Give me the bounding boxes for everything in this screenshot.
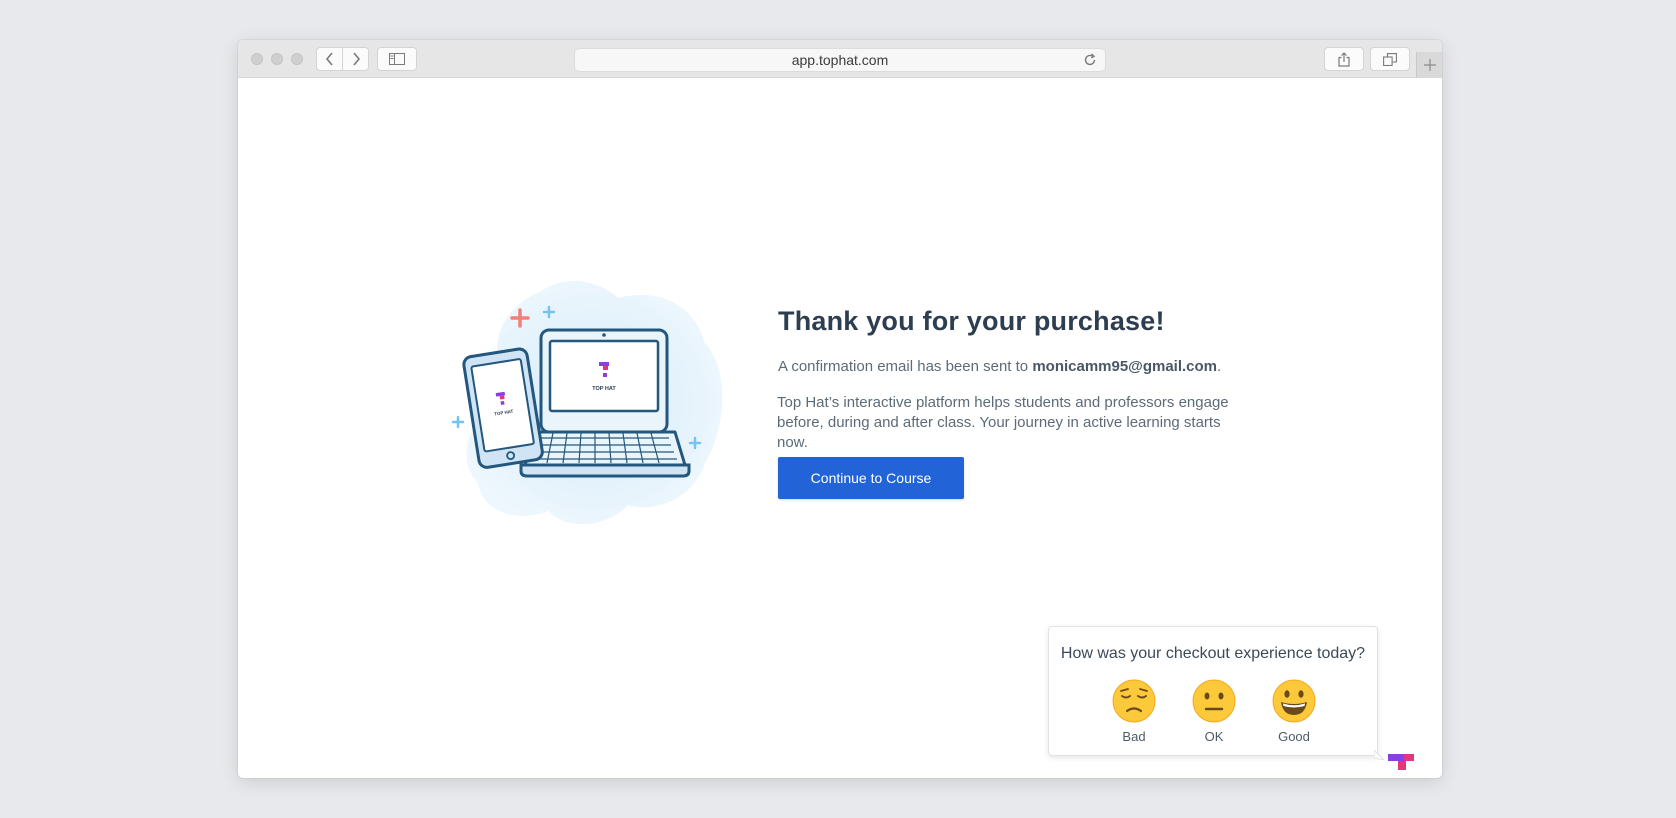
laptop-icon: TOP HAT	[519, 328, 691, 478]
tabs-button[interactable]	[1370, 47, 1410, 71]
blue-sparkle-icon	[451, 415, 465, 429]
plus-icon	[1423, 59, 1436, 71]
email-address: monicamm95@gmail.com	[1032, 358, 1217, 375]
forward-button[interactable]	[342, 47, 369, 71]
feedback-question: How was your checkout experience today?	[1060, 645, 1366, 662]
back-button[interactable]	[316, 47, 343, 71]
confirmation-message: A confirmation email has been sent to mo…	[778, 358, 1221, 375]
grinning-face-icon	[1272, 679, 1316, 723]
share-button[interactable]	[1324, 47, 1364, 71]
sidebar-icon	[389, 53, 405, 65]
rating-ok-button[interactable]: OK	[1184, 679, 1244, 744]
devices-illustration: TOP HAT TOP HAT	[451, 280, 723, 525]
rating-good-button[interactable]: Good	[1264, 679, 1324, 744]
address-bar[interactable]: app.tophat.com	[574, 48, 1106, 72]
pensive-face-icon	[1112, 679, 1156, 723]
page-content: TOP HAT TOP HAT Thank you for your purch…	[238, 78, 1442, 778]
browser-toolbar: app.tophat.com	[238, 40, 1442, 78]
continue-to-course-button[interactable]: Continue to Course	[778, 457, 964, 499]
url-text: app.tophat.com	[791, 52, 889, 68]
platform-description: Top Hat’s interactive platform helps stu…	[777, 394, 1229, 451]
share-icon	[1338, 51, 1350, 67]
zoom-window-button[interactable]	[291, 53, 303, 65]
rating-bad-label: Bad	[1122, 729, 1146, 744]
browser-window: app.tophat.com TOP HAT TOP HAT Thank you…	[238, 40, 1442, 778]
chevron-left-icon	[325, 52, 333, 66]
minimize-window-button[interactable]	[271, 53, 283, 65]
laptop-brand-text: TOP HAT	[592, 386, 616, 392]
neutral-face-icon	[1192, 679, 1236, 723]
tabs-icon	[1383, 52, 1397, 66]
close-window-button[interactable]	[251, 53, 263, 65]
confirmation-prefix: A confirmation email has been sent to	[778, 358, 1033, 375]
rating-bad-button[interactable]: Bad	[1104, 679, 1164, 744]
reload-icon[interactable]	[1083, 53, 1097, 67]
checkout-feedback-card: How was your checkout experience today? …	[1048, 626, 1378, 756]
page-title: Thank you for your purchase!	[778, 306, 1165, 336]
confirmation-suffix: .	[1217, 358, 1222, 375]
new-tab-button[interactable]	[1416, 52, 1442, 78]
sidebar-button[interactable]	[377, 47, 417, 71]
feedback-tail	[1374, 750, 1384, 760]
chevron-right-icon	[352, 52, 360, 66]
rating-good-label: Good	[1278, 729, 1310, 744]
rating-ok-label: OK	[1204, 729, 1224, 744]
tophat-logo-icon[interactable]	[1388, 754, 1416, 778]
